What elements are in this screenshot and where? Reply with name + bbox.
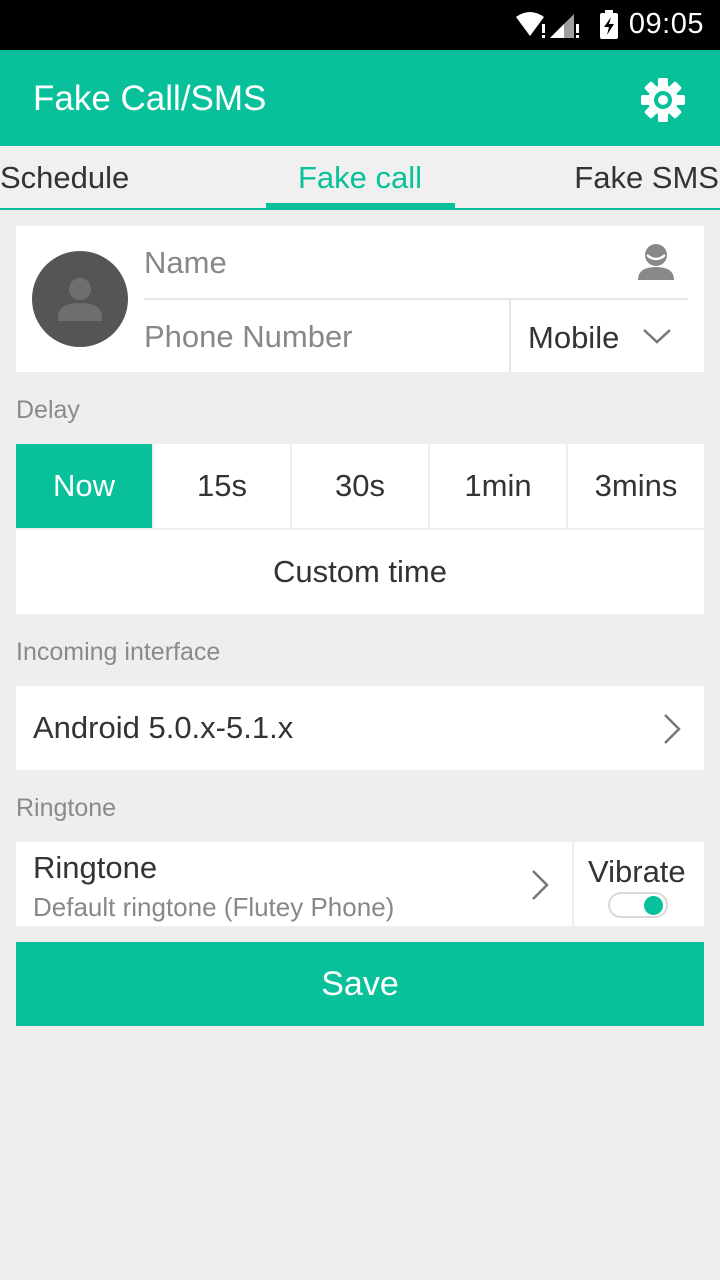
incoming-interface-selector[interactable]: Android 5.0.x-5.1.x — [16, 686, 704, 770]
tab-fake-call[interactable]: Fake call — [298, 160, 422, 196]
delay-3mins-button[interactable]: 3mins — [568, 444, 704, 528]
toggle-knob — [644, 896, 663, 915]
person-placeholder-icon — [58, 278, 102, 321]
clock: 09:05 — [628, 8, 704, 40]
delay-15s-button[interactable]: 15s — [154, 444, 290, 528]
status-icons — [516, 10, 618, 39]
settings-button[interactable] — [638, 75, 688, 125]
vibrate-toggle[interactable] — [608, 892, 668, 918]
chevron-right-icon — [664, 714, 681, 744]
number-type-dropdown[interactable]: Mobile — [511, 300, 704, 372]
tab-fake-sms[interactable]: Fake SMS — [574, 160, 719, 196]
delay-30s-button[interactable]: 30s — [292, 444, 428, 528]
gear-icon — [641, 78, 685, 122]
tab-schedule[interactable]: Schedule — [0, 160, 129, 196]
contact-picker-button[interactable] — [636, 242, 676, 282]
chevron-down-icon — [643, 329, 671, 344]
app-bar: Fake Call/SMS — [0, 50, 720, 146]
incoming-interface-value: Android 5.0.x-5.1.x — [33, 710, 294, 745]
avatar[interactable] — [32, 251, 128, 347]
contact-card: Mobile — [16, 226, 704, 372]
delay-label: Delay — [16, 396, 80, 424]
delay-1min-button[interactable]: 1min — [430, 444, 566, 528]
tab-indicator — [266, 203, 455, 209]
tab-bar: Schedule Fake call Fake SMS — [0, 146, 720, 210]
battery-icon — [600, 10, 618, 39]
ringtone-section-label: Ringtone — [16, 794, 117, 822]
vibrate-label: Vibrate — [588, 854, 686, 889]
wifi-icon — [516, 12, 545, 38]
ringtone-card: Ringtone Default ringtone (Flutey Phone)… — [16, 842, 704, 926]
phone-number-input[interactable] — [144, 312, 504, 362]
vibrate-control: Vibrate — [574, 842, 704, 926]
ringtone-title: Ringtone — [33, 850, 158, 885]
ringtone-selector[interactable]: Ringtone Default ringtone (Flutey Phone) — [16, 842, 572, 926]
delay-options: Now 15s 30s 1min 3mins — [16, 444, 704, 528]
chevron-right-icon — [532, 870, 549, 900]
status-bar: 09:05 — [0, 0, 720, 50]
signal-icon — [550, 14, 579, 38]
custom-time-button[interactable]: Custom time — [16, 530, 704, 614]
delay-now-button[interactable]: Now — [16, 444, 152, 528]
save-button[interactable]: Save — [16, 942, 704, 1026]
app-title: Fake Call/SMS — [33, 79, 267, 118]
contact-picker-icon — [638, 244, 674, 280]
name-input[interactable] — [144, 238, 624, 288]
ringtone-value: Default ringtone (Flutey Phone) — [33, 892, 395, 922]
incoming-interface-label: Incoming interface — [16, 638, 221, 666]
number-type-value: Mobile — [528, 320, 620, 355]
